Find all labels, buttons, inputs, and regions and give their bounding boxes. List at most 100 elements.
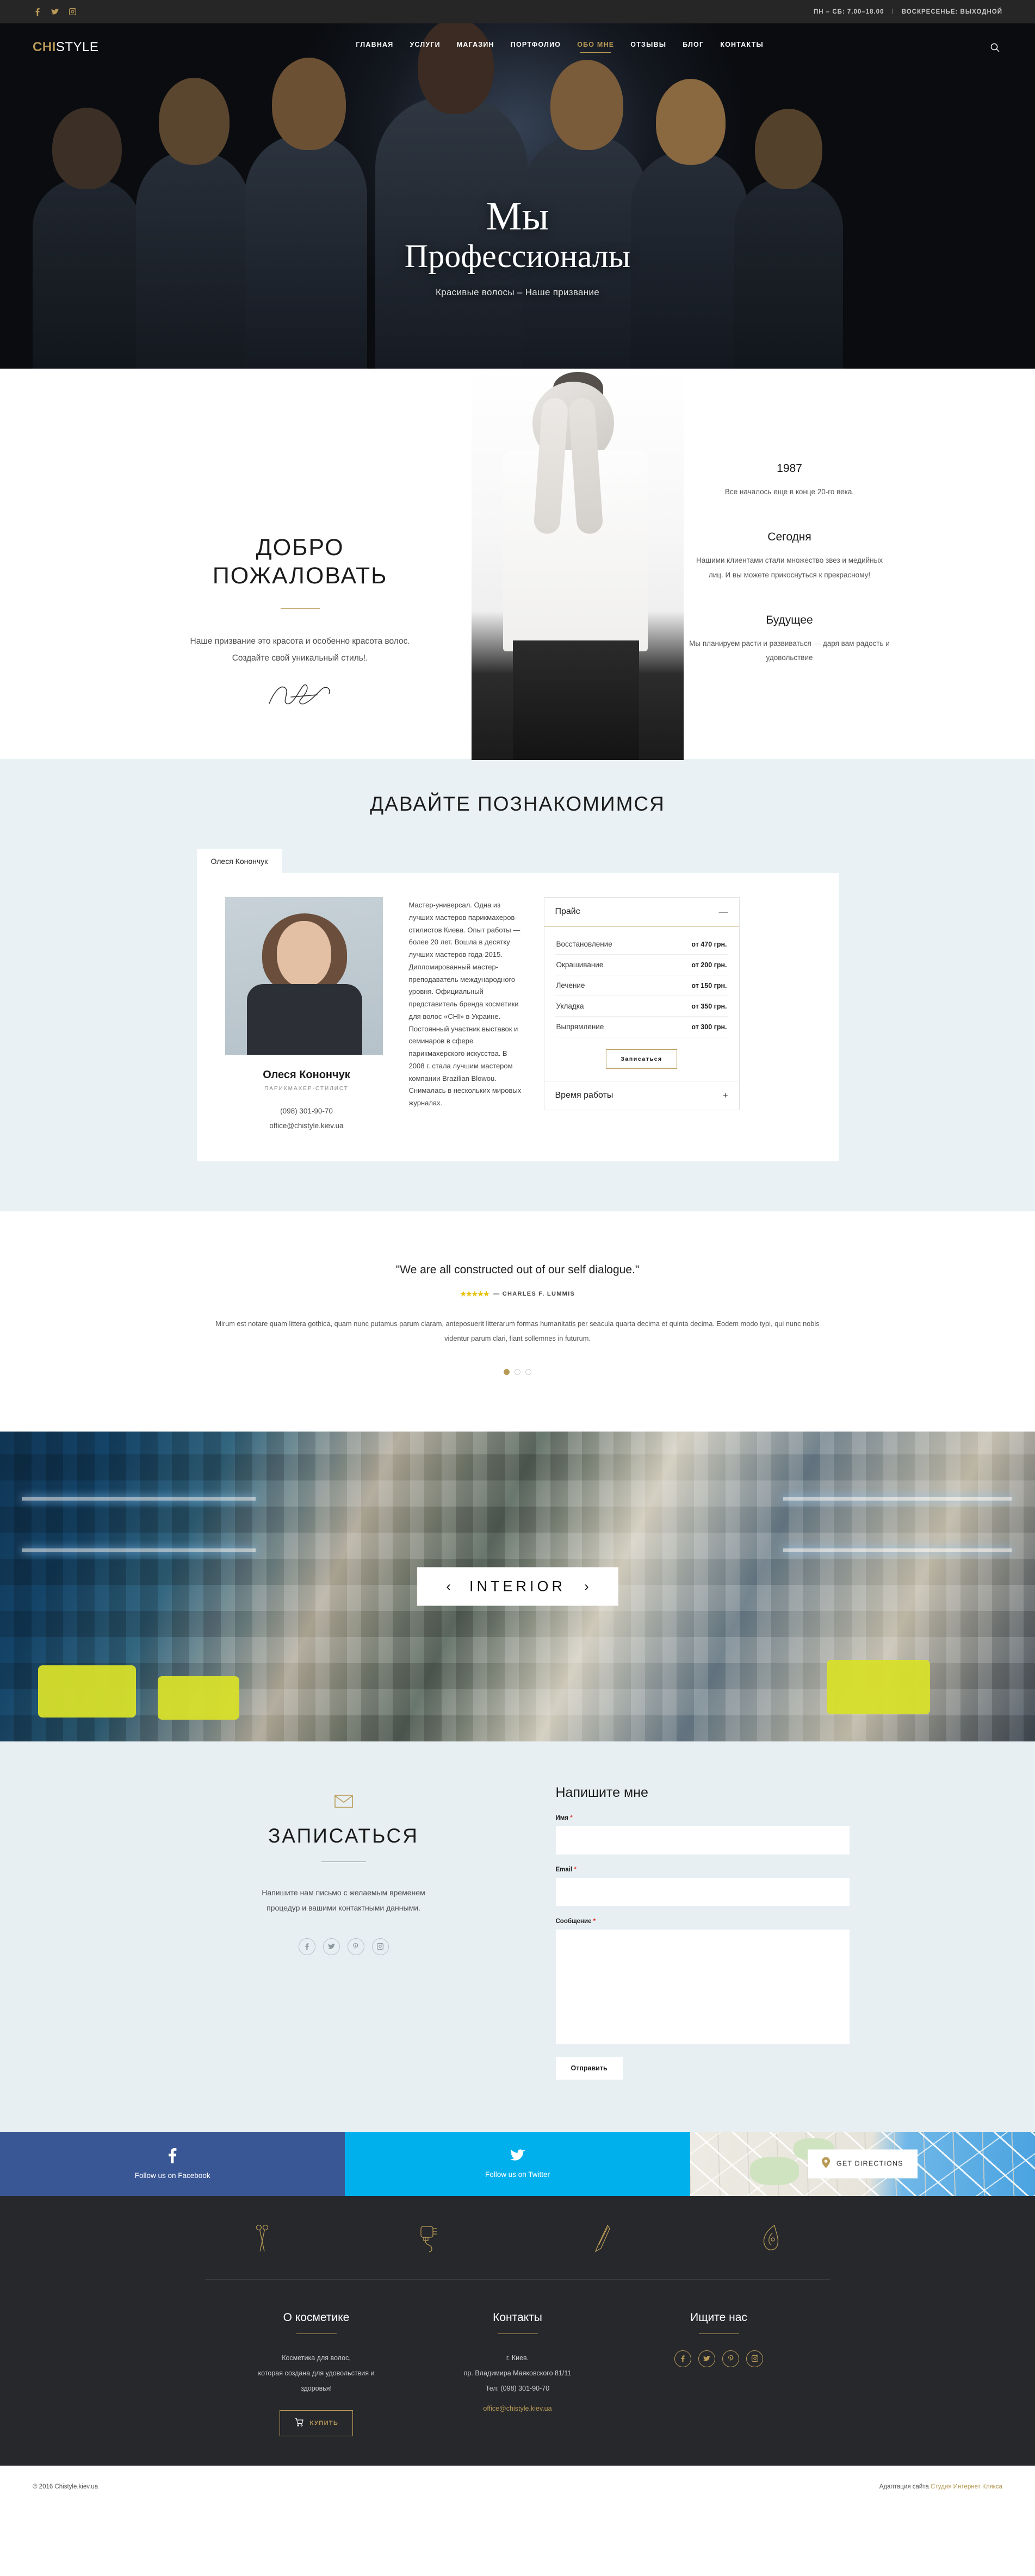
top-bar: ПН – СБ: 7.00–18.00 / ВОСКРЕСЕНЬЕ: ВЫХОД… [0, 0, 1035, 23]
meet-section: ДАВАЙТЕ ПОЗНАКОМИМСЯ Олеся Конончук Олес… [0, 759, 1035, 1211]
credit-link[interactable]: Студия Интернет Клякса [931, 2484, 1002, 2490]
twitter-icon[interactable] [323, 1938, 340, 1955]
footer-icon-row [204, 2224, 831, 2280]
hours-separator: / [891, 8, 894, 15]
message-label: Сообщение * [556, 1918, 866, 1925]
footer-address: пр. Владимира Маяковского 81/11 [463, 2369, 572, 2377]
logo-chi: CHI [33, 40, 56, 54]
footer-phone[interactable]: Тел: (098) 301-90-70 [486, 2385, 549, 2392]
twitter-follow-panel[interactable]: Follow us on Twitter [345, 2131, 690, 2196]
testimonial-body: Mirum est notare quam littera gothica, q… [215, 1320, 820, 1342]
instagram-icon[interactable] [67, 7, 77, 17]
twitter-icon[interactable] [698, 2350, 715, 2367]
appointment-text-line1: Напишите нам письмо с желаемым временем [262, 1888, 425, 1897]
master-email[interactable]: office@chistyle.kiev.ua [225, 1118, 388, 1133]
price-list: Восстановление от 470 грн. Окрашивание о… [544, 926, 739, 1081]
facebook-follow-panel[interactable]: Follow us on Facebook [0, 2131, 345, 2196]
required-mark: * [574, 1866, 577, 1873]
message-label-text: Сообщение [555, 1918, 592, 1925]
nav-item-portfolio[interactable]: ПОРТФОЛИО [511, 41, 561, 54]
price-value: от 350 грн. [691, 1002, 727, 1010]
facebook-icon[interactable] [33, 7, 42, 17]
copyright-text: © 2016 Chistyle.kiev.ua [33, 2484, 98, 2491]
copyright-bar: © 2016 Chistyle.kiev.ua Адаптация сайта … [0, 2466, 1035, 2509]
interior-slider: ‹ INTERIOR › [0, 1431, 1035, 1741]
price-service: Укладка [556, 1002, 584, 1010]
footer-column-social: Ищите нас [618, 2311, 820, 2436]
testimonial-section: "We are all constructed out of our self … [0, 1211, 1035, 1432]
master-phone[interactable]: (098) 301-90-70 [225, 1104, 388, 1118]
timeline-block: 1987 Все началось еще в конце 20-го века… [689, 462, 890, 499]
nav-item-shop[interactable]: МАГАЗИН [457, 41, 494, 54]
footer-about-line2: которая создана для удовольствия и [258, 2369, 375, 2377]
nav-item-contacts[interactable]: КОНТАКТЫ [720, 41, 764, 54]
pinterest-icon[interactable] [722, 2350, 739, 2367]
minus-icon: — [718, 906, 728, 917]
map-panel[interactable]: GET DIRECTIONS [690, 2131, 1035, 2196]
buy-button[interactable]: КУПИТЬ [279, 2410, 354, 2437]
pinterest-icon[interactable] [347, 1938, 364, 1955]
accordion-header-price[interactable]: Прайс — [544, 898, 739, 926]
pagination-dot[interactable] [504, 1368, 510, 1375]
message-textarea[interactable] [555, 1929, 850, 2044]
page-root: ПН – СБ: 7.00–18.00 / ВОСКРЕСЕНЬЕ: ВЫХОД… [0, 0, 1035, 2509]
footer-email[interactable]: office@chistyle.kiev.ua [417, 2405, 618, 2412]
name-input[interactable] [555, 1826, 850, 1855]
instagram-icon[interactable] [371, 1938, 389, 1955]
welcome-title-line2: ПОЖАЛОВАТЬ [212, 562, 388, 589]
next-arrow-icon[interactable]: › [584, 1579, 589, 1594]
prev-arrow-icon[interactable]: ‹ [446, 1579, 451, 1594]
facebook-icon [168, 2148, 177, 2166]
services-accordion: Прайс — Восстановление от 470 грн. Окраш… [543, 897, 740, 1133]
price-service: Выпрямление [556, 1023, 604, 1031]
site-logo[interactable]: CHISTYLE [33, 40, 98, 55]
email-label-text: Email [555, 1866, 573, 1873]
accordion-hours-label: Время работы [555, 1091, 613, 1100]
main-navigation: ГЛАВНАЯ УСЛУГИ МАГАЗИН ПОРТФОЛИО ОБО МНЕ… [356, 41, 764, 54]
facebook-icon[interactable] [298, 1938, 315, 1955]
twitter-icon[interactable] [50, 7, 60, 17]
accordion-header-hours[interactable]: Время работы + [544, 1081, 739, 1110]
interior-label-bar: ‹ INTERIOR › [417, 1567, 618, 1606]
instagram-icon[interactable] [746, 2350, 763, 2367]
submit-button[interactable]: Отправить [555, 2056, 623, 2080]
timeline-heading-1987: 1987 [777, 462, 802, 475]
nav-item-home[interactable]: ГЛАВНАЯ [356, 41, 393, 54]
footer-about-line1: Косметика для волос, [282, 2354, 351, 2362]
razor-icon [594, 2224, 611, 2255]
timeline-text-future: Мы планируем расти и развиваться — даря … [689, 639, 890, 662]
price-value: от 300 грн. [691, 1023, 727, 1031]
accordion-price-label: Прайс [555, 907, 580, 916]
appointment-social-links [170, 1938, 518, 1955]
price-service: Лечение [556, 981, 585, 990]
timeline-block: Сегодня Нашими клиентами стали множество… [689, 531, 890, 582]
facebook-icon[interactable] [674, 2350, 691, 2367]
hair-strand-icon [759, 2224, 781, 2255]
email-input[interactable] [555, 1877, 850, 1906]
opening-hours: ПН – СБ: 7.00–18.00 / ВОСКРЕСЕНЬЕ: ВЫХОД… [814, 9, 1002, 15]
nav-item-blog[interactable]: БЛОГ [683, 41, 704, 54]
get-directions-button[interactable]: GET DIRECTIONS [807, 2149, 918, 2179]
pagination-dot[interactable] [515, 1368, 520, 1375]
search-icon[interactable] [988, 40, 1002, 54]
price-value: от 200 грн. [691, 961, 727, 969]
footer-social-links [618, 2350, 820, 2367]
timeline-text-today: Нашими клиентами стали множество звез и … [696, 556, 883, 579]
nav-item-about[interactable]: ОБО МНЕ [577, 41, 614, 54]
nav-item-services[interactable]: УСЛУГИ [410, 41, 440, 54]
pagination-dot[interactable] [525, 1368, 531, 1375]
nav-item-reviews[interactable]: ОТЗЫВЫ [630, 41, 666, 54]
email-label: Email * [556, 1866, 866, 1873]
master-photo [225, 897, 383, 1055]
required-mark: * [570, 1814, 573, 1821]
tab-olesya-kononchuk[interactable]: Олеся Конончук [196, 849, 282, 873]
signup-button[interactable]: Записаться [606, 1049, 677, 1069]
master-name: Олеся Конончук [263, 1069, 350, 1081]
welcome-text-line1: Наше призвание это красота и особенно кр… [190, 637, 410, 646]
price-row: Лечение от 150 грн. [555, 975, 728, 996]
timeline-text-1987: Все началось еще в конце 20-го века. [724, 488, 854, 496]
twitter-follow-label: Follow us on Twitter [485, 2170, 550, 2179]
timeline-block: Будущее Мы планируем расти и развиваться… [689, 614, 890, 665]
appointment-section: ЗАПИСАТЬСЯ Напишите нам письмо с желаемы… [0, 1741, 1035, 2132]
footer-about-line3: здоровья! [300, 2384, 332, 2392]
